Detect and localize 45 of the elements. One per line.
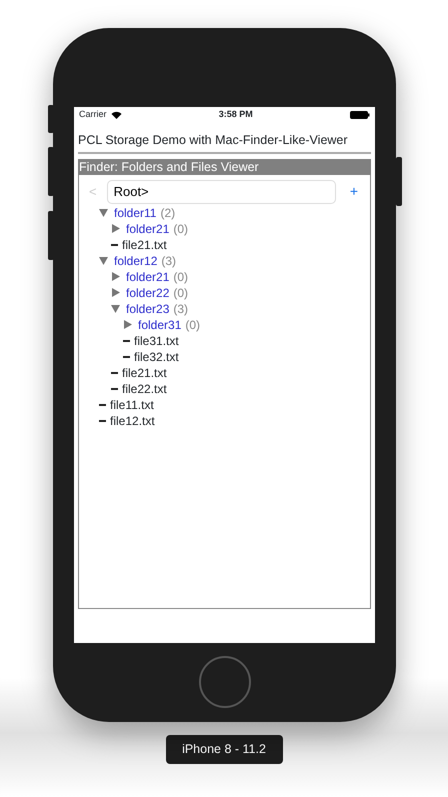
dash-icon — [111, 388, 118, 390]
expand-triangle-icon[interactable] — [111, 224, 120, 234]
item-count: (0) — [185, 316, 200, 334]
file-name: file21.txt — [122, 236, 167, 254]
file-name: file31.txt — [134, 332, 179, 350]
expand-triangle-icon[interactable] — [111, 272, 120, 282]
file-name: file21.txt — [122, 364, 167, 382]
file-name: file32.txt — [134, 348, 179, 366]
wifi-icon — [110, 111, 122, 119]
folder-link[interactable]: folder21 — [126, 268, 170, 286]
item-count: (2) — [160, 204, 176, 222]
carrier-label: Carrier — [79, 108, 107, 122]
add-button[interactable]: + — [348, 181, 360, 202]
dash-icon — [123, 340, 130, 342]
file-name: file22.txt — [122, 380, 167, 398]
dash-icon — [111, 244, 118, 246]
app-title: PCL Storage Demo with Mac-Finder-Like-Viewer — [78, 131, 371, 154]
folder-link[interactable]: folder31 — [138, 316, 182, 334]
finder-header: Finder: Folders and Files Viewer — [78, 158, 371, 175]
folder-link[interactable]: folder23 — [126, 300, 170, 318]
collapse-triangle-icon[interactable] — [111, 304, 120, 314]
collapse-triangle-icon[interactable] — [99, 256, 108, 266]
folder-link[interactable]: folder12 — [114, 252, 158, 270]
folder-link[interactable]: folder21 — [126, 220, 170, 238]
item-count: (0) — [173, 268, 188, 286]
item-count: (3) — [173, 300, 188, 318]
dash-icon — [111, 372, 118, 374]
folder-link[interactable]: folder22 — [126, 284, 170, 302]
expand-triangle-icon[interactable] — [123, 320, 132, 330]
dash-icon — [99, 404, 106, 406]
dash-icon — [99, 420, 106, 422]
expand-triangle-icon[interactable] — [111, 288, 120, 298]
item-count: (0) — [173, 284, 188, 302]
collapse-triangle-icon[interactable] — [99, 208, 108, 218]
status-time: 3:58 PM — [218, 108, 253, 122]
folder-link[interactable]: folder11 — [114, 204, 156, 222]
dash-icon — [123, 356, 130, 358]
home-button[interactable] — [198, 656, 250, 708]
item-count: (3) — [161, 252, 176, 270]
item-count: (0) — [173, 220, 188, 238]
file-name: file12.txt — [110, 412, 155, 430]
file-name: file11.txt — [110, 396, 154, 414]
battery-icon — [350, 111, 370, 119]
path-field[interactable]: Root> — [106, 180, 336, 204]
device-label: iPhone 8 - 11.2 — [166, 735, 282, 764]
